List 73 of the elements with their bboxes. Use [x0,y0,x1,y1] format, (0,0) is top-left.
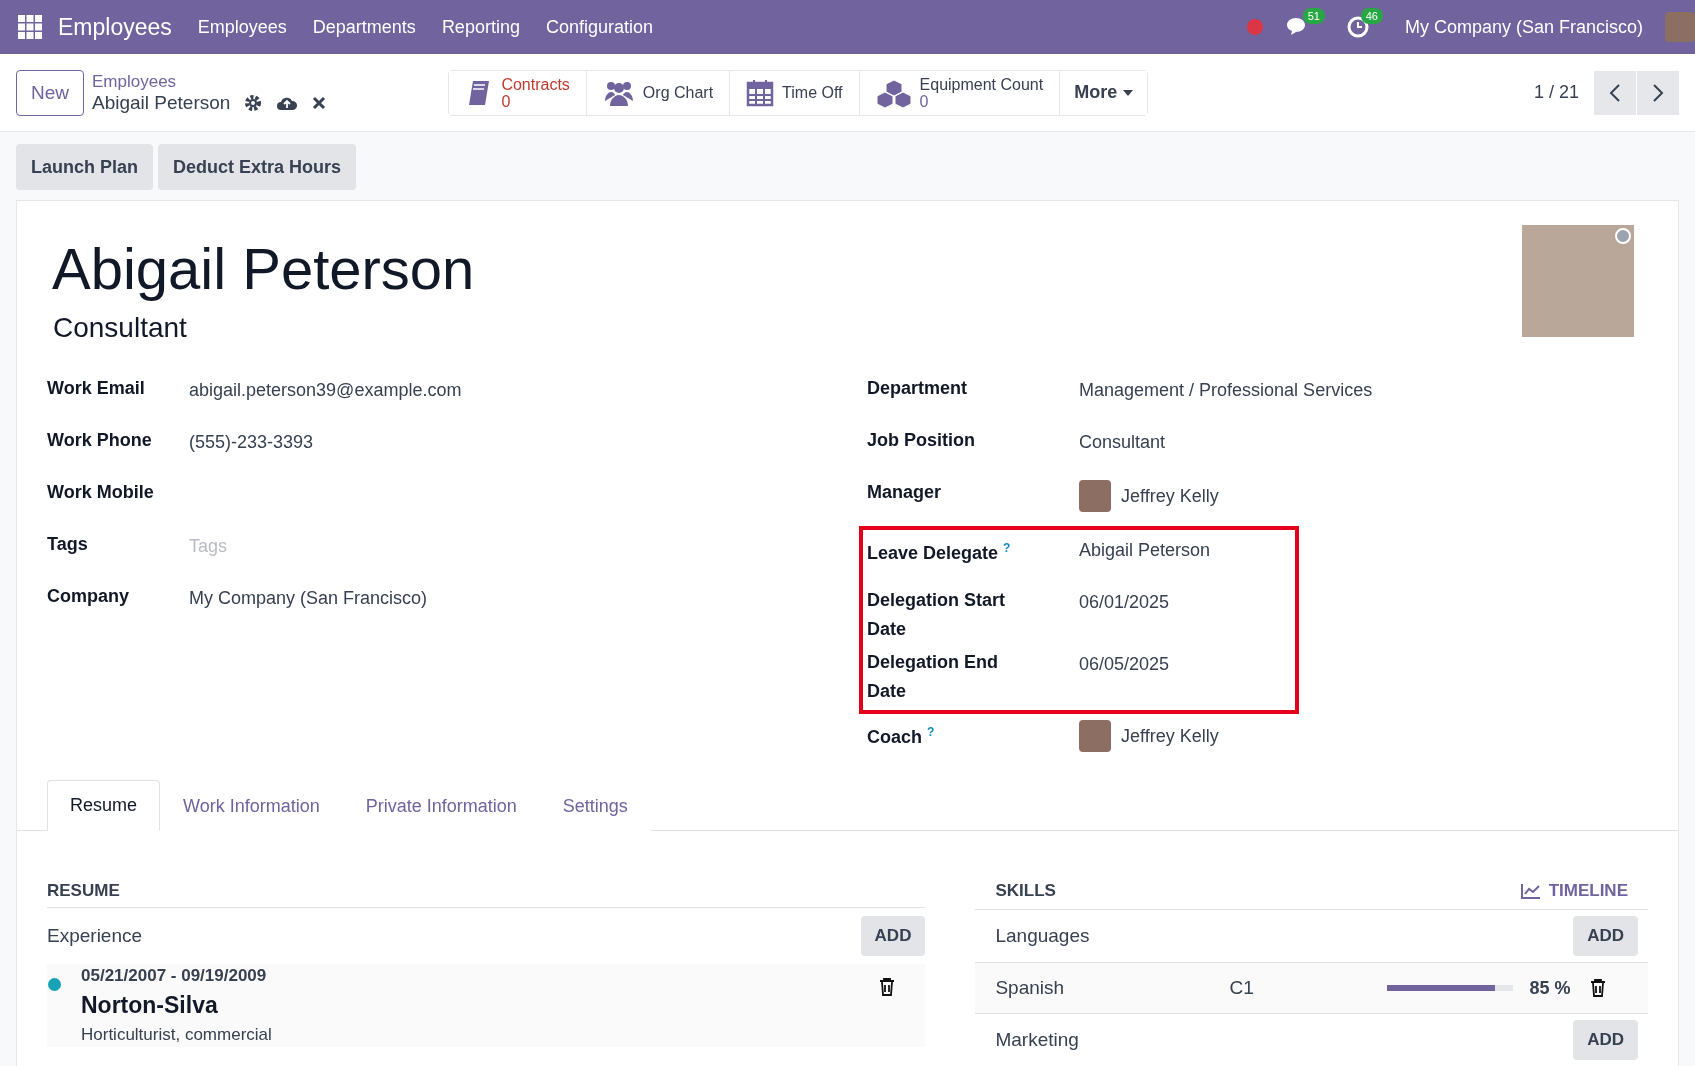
help-mark[interactable]: ? [1003,541,1011,555]
calendar-icon [746,78,775,107]
section-title: RESUME [47,881,120,901]
field-label: Tags [47,533,89,556]
field-label: Work Email [47,377,146,400]
line-description: Horticulturist, commercial [81,1025,273,1045]
chevron-left-icon [1609,82,1621,103]
employee-name[interactable]: Abigail Peterson [52,235,475,302]
field-label: Delegation End Date [867,651,999,703]
skill-level: C1 [1229,977,1255,999]
line-title: Norton-Silva [81,992,219,1019]
field-value[interactable]: Consultant [1079,422,1166,457]
progress-percent: 85 % [1529,977,1571,999]
field-label: Job Position [867,429,976,452]
smart-button[interactable]: Contracts 0 [449,70,587,115]
skill-name: Spanish [995,977,1066,999]
timeline-dot [48,978,61,991]
previous-button[interactable] [1594,70,1636,115]
boxes-icon [875,77,912,108]
record-dot-icon[interactable] [1246,19,1263,35]
field-label: Department [867,377,969,400]
pager-value[interactable]: 1 / 21 [1533,82,1579,103]
field-value[interactable]: My Company (San Francisco) [189,578,428,613]
line-chart-icon [1520,883,1541,899]
chevron-right-icon [1652,82,1664,103]
group-name: Languages [995,925,1090,947]
action-button[interactable]: Deduct Extra Hours [158,144,357,190]
action-button[interactable]: Launch Plan [16,144,153,190]
app-grid-icon[interactable] [18,15,42,39]
menu-item[interactable]: Reporting [441,16,520,38]
next-button[interactable] [1637,70,1679,115]
field-value[interactable]: Abigail Peterson [1079,530,1211,565]
line-dates: 05/21/2007 - 09/19/2009 [81,966,268,986]
caret-icon [1123,89,1134,96]
trash-icon[interactable] [879,978,896,996]
field-value[interactable]: Jeffrey Kelly [1079,474,1219,512]
trash-icon[interactable] [1590,979,1607,997]
breadcrumb-link[interactable]: Employees [92,71,327,92]
field-label: Leave Delegate $^{?}$ [867,540,1012,565]
activity-count: 46 [1360,8,1383,24]
field-label: Manager [867,481,943,504]
field-value[interactable]: Management / Professional Services [1079,370,1373,405]
close-icon[interactable] [312,95,327,110]
record-name: Abigail Peterson [92,91,231,114]
field-label: Work Phone [47,429,153,452]
form-tab[interactable]: Resume [47,780,161,831]
field-value[interactable]: Jeffrey Kelly [1079,714,1219,752]
message-count: 51 [1302,8,1325,24]
field-label: Work Mobile [47,481,155,504]
section-title: SKILLS [995,881,1056,901]
new-button[interactable]: New [16,69,84,116]
timeline-link[interactable]: TIMELINE [1520,881,1628,901]
field-value[interactable]: 06/05/2025 [1079,644,1170,679]
field-value[interactable]: 06/01/2025 [1079,582,1170,617]
status-dot [1615,228,1631,244]
job-title[interactable]: Consultant [53,312,475,344]
menu-item[interactable]: Departments [312,16,416,38]
field-label: Coach $^{?}$ [867,724,936,749]
field-value[interactable]: (555)-233-3393 [189,422,314,457]
add-button[interactable]: ADD [1573,916,1638,956]
settings-icon[interactable] [244,93,263,112]
field-label: Company [47,585,130,608]
field-value[interactable]: abigail.peterson39@example.com [189,370,462,405]
add-button[interactable]: ADD [860,916,926,956]
menu-item[interactable]: Employees [197,16,287,38]
app-name[interactable]: Employees [58,13,172,41]
group-name: Experience [47,925,143,947]
menu-item[interactable]: Configuration [545,16,653,38]
field-label: Delegation Start Date [867,589,1007,641]
add-button[interactable]: ADD [1573,1020,1638,1060]
company-switcher[interactable]: My Company (San Francisco) [1404,16,1643,38]
help-mark[interactable]: ? [927,725,935,739]
group-name: Marketing [995,1029,1079,1051]
